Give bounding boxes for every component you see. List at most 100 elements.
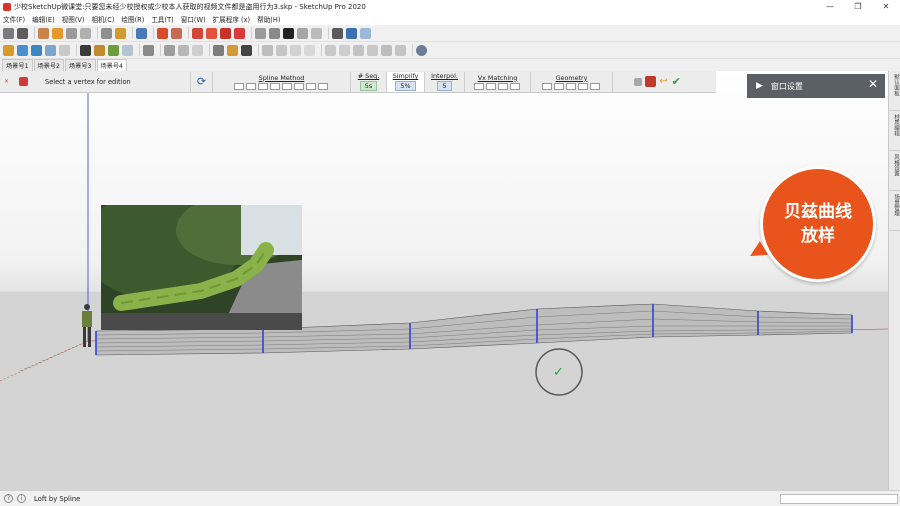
globe-icon[interactable] — [416, 44, 427, 56]
spline-zigzag-icon[interactable] — [317, 82, 328, 90]
menu-help[interactable]: 帮助(H) — [257, 14, 280, 24]
layout-6-icon[interactable] — [395, 44, 406, 56]
panel-layout-icon[interactable] — [346, 27, 357, 39]
box-icon[interactable] — [59, 44, 70, 56]
vx-match-1-icon[interactable] — [473, 82, 484, 90]
layout-5-icon[interactable] — [381, 44, 392, 56]
dock-materials[interactable]: 材质编辑 — [889, 111, 900, 151]
stop-icon[interactable] — [66, 27, 77, 39]
tab-scene-3[interactable]: 场景号3 — [65, 59, 96, 71]
file-icon[interactable] — [255, 27, 266, 39]
black-square-icon[interactable] — [283, 27, 294, 39]
confirm-check-icon[interactable]: ✓ — [553, 365, 564, 380]
speaker-icon[interactable] — [143, 44, 154, 56]
folder-icon[interactable] — [269, 27, 280, 39]
minimize-button[interactable]: — — [816, 0, 844, 13]
info-icon[interactable]: i — [17, 494, 26, 503]
bottle-icon[interactable] — [108, 44, 119, 56]
dock-styles[interactable]: 风格设置 — [889, 151, 900, 191]
spline-arc-icon[interactable] — [269, 82, 280, 90]
interpol-value[interactable]: 5 — [437, 81, 452, 91]
menu-extensions[interactable]: 扩展程序 (x) — [213, 14, 251, 24]
refresh-icon[interactable]: ⟳ — [197, 75, 206, 88]
ruby-icon[interactable] — [220, 27, 231, 39]
geometry-grid-icon[interactable] — [541, 82, 552, 90]
vertex-select-icon[interactable] — [19, 77, 29, 86]
shape-bundle-icon[interactable] — [3, 44, 14, 56]
expand-arrow-icon[interactable]: ▶ — [756, 81, 763, 91]
spline-line-icon[interactable] — [233, 82, 244, 90]
menu-view[interactable]: 视图(V) — [62, 14, 85, 24]
table-icon[interactable] — [178, 44, 189, 56]
component-icon[interactable] — [171, 27, 182, 39]
menu-camera[interactable]: 相机(C) — [91, 14, 114, 24]
spline-curve-icon[interactable] — [281, 82, 292, 90]
geometry-lines-icon[interactable] — [553, 82, 564, 90]
eraser-icon[interactable] — [38, 27, 49, 39]
vx-match-3-icon[interactable] — [497, 82, 508, 90]
layout-4-icon[interactable] — [367, 44, 378, 56]
shield-icon[interactable] — [94, 44, 105, 56]
unlock-icon[interactable] — [304, 44, 315, 56]
extension-warehouse-icon[interactable] — [192, 27, 203, 39]
stack-icon[interactable] — [45, 44, 56, 56]
link-icon[interactable] — [297, 27, 308, 39]
expand-icon[interactable] — [332, 27, 343, 39]
simplify-value[interactable]: 5% — [395, 81, 416, 91]
walk-icon[interactable] — [101, 27, 112, 39]
dock-default-tray[interactable]: 默认面板 — [889, 71, 900, 111]
measurements-box[interactable] — [780, 494, 898, 504]
rewind-icon[interactable] — [80, 27, 91, 39]
play-icon[interactable] — [52, 27, 63, 39]
menu-tools[interactable]: 工具(T) — [151, 14, 173, 24]
menu-file[interactable]: 文件(F) — [3, 14, 25, 24]
vx-match-4-icon[interactable] — [509, 82, 520, 90]
red-cube-icon[interactable] — [645, 76, 657, 87]
cloud-icon[interactable] — [31, 44, 42, 56]
validate-check-icon[interactable]: ✔ — [672, 75, 681, 88]
3d-warehouse-icon[interactable] — [206, 27, 217, 39]
grid-icon[interactable] — [122, 44, 133, 56]
bomb-icon[interactable] — [80, 44, 91, 56]
close-window-button[interactable]: ✕ — [872, 0, 900, 13]
print-icon[interactable] — [136, 27, 147, 39]
frame-icon[interactable] — [192, 44, 203, 56]
geometry-box-icon[interactable] — [565, 82, 576, 90]
lasso-tool-icon[interactable] — [17, 27, 28, 39]
tab-scene-1[interactable]: 场景号1 — [2, 59, 33, 71]
spline-s-icon[interactable] — [305, 82, 316, 90]
camera-icon[interactable] — [213, 44, 224, 56]
spline-wave-icon[interactable] — [293, 82, 304, 90]
layout-2-icon[interactable] — [339, 44, 350, 56]
maximize-button[interactable]: ❐ — [844, 0, 872, 13]
open-folder-icon[interactable] — [311, 27, 322, 39]
menu-draw[interactable]: 绘图(R) — [121, 14, 144, 24]
help-icon[interactable]: ? — [4, 494, 13, 503]
window-settings-panel[interactable]: ▶ 窗口设置 ✕ — [747, 74, 885, 98]
tab-scene-4[interactable]: 场景号4 — [96, 59, 127, 71]
tab-scene-2[interactable]: 场景号2 — [33, 59, 64, 71]
seq-value[interactable]: 5s — [359, 81, 378, 91]
person-icon[interactable] — [115, 27, 126, 39]
doc-copy-icon[interactable] — [276, 44, 287, 56]
close-small-icon[interactable]: × — [4, 78, 9, 85]
menu-window[interactable]: 窗口(W) — [181, 14, 206, 24]
select-tool-icon[interactable] — [3, 27, 14, 39]
warehouse-icon[interactable] — [241, 44, 252, 56]
spline-polyline-icon[interactable] — [245, 82, 256, 90]
spline-bezier-icon[interactable] — [257, 82, 268, 90]
vx-match-2-icon[interactable] — [485, 82, 496, 90]
figure-icon[interactable] — [227, 44, 238, 56]
3d-viewport[interactable]: ✓ × Select a vertex for edition ⟳ Spline… — [0, 71, 888, 490]
geometry-dots-icon[interactable] — [589, 82, 600, 90]
lock-icon[interactable] — [290, 44, 301, 56]
geometry-mesh-icon[interactable] — [577, 82, 588, 90]
layout-3-icon[interactable] — [353, 44, 364, 56]
panel-close-icon[interactable]: ✕ — [868, 77, 878, 91]
doc-icon[interactable] — [262, 44, 273, 56]
dock-scenes[interactable]: 场景管理 — [889, 191, 900, 231]
undo-arrow-icon[interactable]: ↩ — [659, 76, 667, 87]
layout-1-icon[interactable] — [325, 44, 336, 56]
circle-tool-icon[interactable] — [17, 44, 28, 56]
sketchup-red-icon[interactable] — [234, 27, 245, 39]
